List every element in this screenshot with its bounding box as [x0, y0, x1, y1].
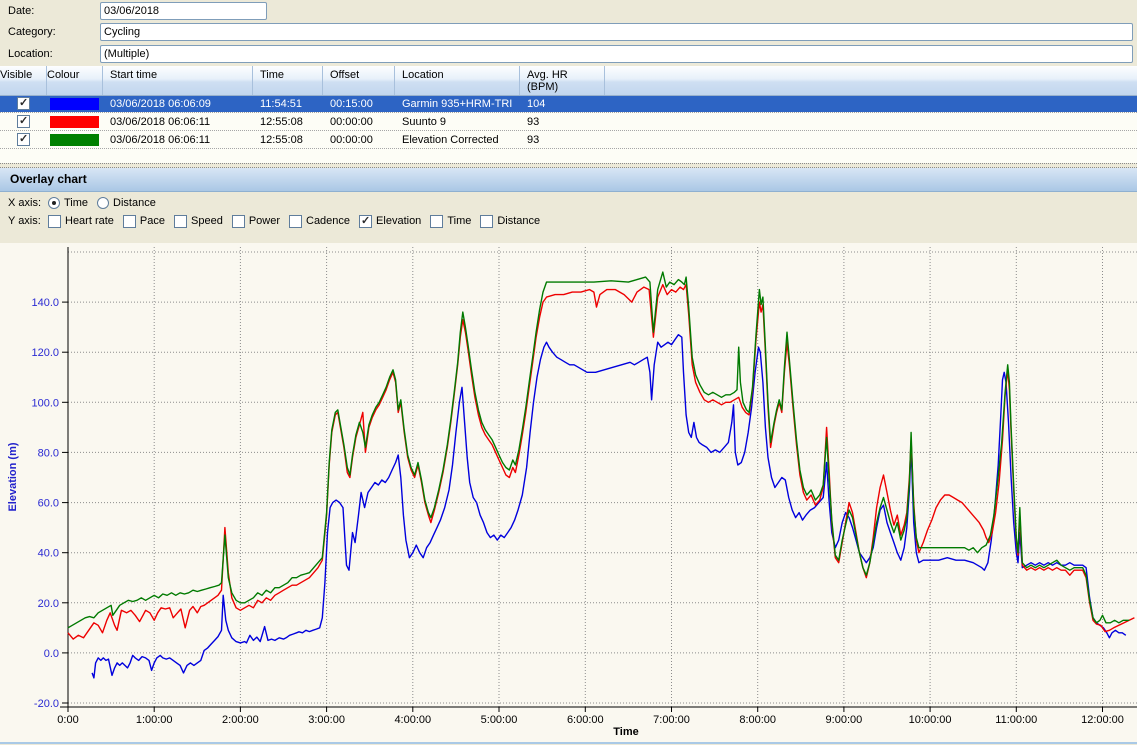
svg-text:11:00:00: 11:00:00: [995, 714, 1037, 726]
avg-hr-cell: 93: [520, 132, 605, 148]
offset-cell: 00:15:00: [323, 96, 395, 112]
svg-text:-20.0: -20.0: [34, 698, 59, 710]
table-header-colour[interactable]: Colour: [47, 66, 103, 95]
colour-swatch: [50, 116, 99, 128]
offset-cell: 00:00:00: [323, 132, 395, 148]
table-header-location[interactable]: Location: [395, 66, 520, 95]
distance-checkbox-label: Distance: [497, 212, 540, 230]
table-header: Visible Colour Start time Time Offset Lo…: [0, 66, 1137, 96]
visible-checkbox[interactable]: [17, 115, 30, 128]
heart-rate-checkbox[interactable]: [48, 215, 61, 228]
row-separator: [0, 148, 1137, 150]
location-cell: Garmin 935+HRM-TRI: [395, 96, 520, 112]
offset-cell: 00:00:00: [323, 114, 395, 130]
overlay-chart-panel[interactable]: -20.0 0.0 20.0 40.0 60.0 80.0 100.0 120.0 140.0 0…: [0, 243, 1137, 744]
date-field-row: Date:: [0, 2, 1137, 20]
activity-table-body: 03/06/2018 06:06:09 11:54:51 00:15:00 Ga…: [0, 96, 1137, 163]
svg-text:1:00:00: 1:00:00: [136, 714, 173, 726]
visible-checkbox[interactable]: [17, 133, 30, 146]
svg-text:6:00:00: 6:00:00: [567, 714, 604, 726]
avg-hr-cell: 104: [520, 96, 605, 112]
date-input[interactable]: [100, 2, 267, 20]
location-input[interactable]: [100, 45, 1133, 63]
svg-text:80.0: 80.0: [38, 447, 59, 459]
cadence-checkbox[interactable]: [289, 215, 302, 228]
svg-text:140.0: 140.0: [31, 297, 59, 309]
date-label: Date:: [8, 2, 34, 20]
svg-text:12:00:00: 12:00:00: [1081, 714, 1124, 726]
distance-checkbox[interactable]: [480, 215, 493, 228]
time-cell: 11:54:51: [253, 96, 323, 112]
svg-text:20.0: 20.0: [38, 598, 59, 610]
category-field-row: Category:: [0, 23, 1137, 41]
y-axis-controls: Y axis: Heart rate Pace Speed Power Cade…: [0, 212, 1137, 230]
svg-text:5:00:00: 5:00:00: [481, 714, 518, 726]
time-cell: 12:55:08: [253, 132, 323, 148]
svg-text:100.0: 100.0: [31, 397, 59, 409]
svg-text:2:00:00: 2:00:00: [222, 714, 259, 726]
table-header-time[interactable]: Time: [253, 66, 323, 95]
svg-text:60.0: 60.0: [38, 498, 59, 510]
table-header-start-time[interactable]: Start time: [103, 66, 253, 95]
start-time-cell: 03/06/2018 06:06:11: [103, 132, 253, 148]
overlay-chart-section-bar: Overlay chart: [0, 168, 1137, 192]
elevation-time-chart[interactable]: -20.0 0.0 20.0 40.0 60.0 80.0 100.0 120.0 140.0 0…: [0, 243, 1137, 742]
svg-text:Elevation (m): Elevation (m): [7, 442, 19, 511]
svg-text:10:00:00: 10:00:00: [909, 714, 952, 726]
app-window: { "form": { "fields": [ {"label": "Date:…: [0, 0, 1137, 745]
svg-text:120.0: 120.0: [31, 347, 59, 359]
svg-text:0.0: 0.0: [44, 648, 59, 660]
speed-checkbox[interactable]: [174, 215, 187, 228]
power-checkbox-label: Power: [249, 212, 280, 230]
heart-rate-checkbox-label: Heart rate: [65, 212, 114, 230]
table-header-offset[interactable]: Offset: [323, 66, 395, 95]
cadence-checkbox-label: Cadence: [306, 212, 350, 230]
xaxis-time-radio-label: Time: [64, 194, 88, 212]
table-row[interactable]: 03/06/2018 06:06:09 11:54:51 00:15:00 Ga…: [0, 96, 1137, 112]
svg-text:8:00:00: 8:00:00: [739, 714, 776, 726]
x-axis-label: X axis:: [8, 194, 41, 212]
elevation-checkbox-label: Elevation: [376, 212, 421, 230]
svg-text:Time: Time: [613, 726, 638, 738]
xaxis-time-radio[interactable]: [48, 197, 60, 209]
y-axis-label: Y axis:: [8, 212, 41, 230]
table-header-visible[interactable]: Visible: [0, 66, 47, 95]
colour-swatch: [50, 98, 99, 110]
table-header-filler: [605, 66, 1137, 95]
x-axis-controls: X axis: Time Distance: [0, 194, 1137, 212]
time-cell: 12:55:08: [253, 114, 323, 130]
speed-checkbox-label: Speed: [191, 212, 223, 230]
table-row[interactable]: 03/06/2018 06:06:11 12:55:08 00:00:00 El…: [0, 132, 1137, 148]
category-input[interactable]: [100, 23, 1133, 41]
elevation-checkbox[interactable]: [359, 215, 372, 228]
svg-text:9:00:00: 9:00:00: [826, 714, 863, 726]
table-header-avg-hr[interactable]: Avg. HR (BPM): [520, 66, 605, 95]
location-field-row: Location:: [0, 45, 1137, 63]
colour-swatch: [50, 134, 99, 146]
location-label: Location:: [8, 45, 53, 63]
section-title: Overlay chart: [0, 168, 1137, 186]
svg-text:0:00: 0:00: [57, 714, 78, 726]
svg-text:7:00:00: 7:00:00: [653, 714, 690, 726]
xaxis-distance-radio-label: Distance: [113, 194, 156, 212]
location-cell: Suunto 9: [395, 114, 520, 130]
xaxis-distance-radio[interactable]: [97, 197, 109, 209]
location-cell: Elevation Corrected: [395, 132, 520, 148]
start-time-cell: 03/06/2018 06:06:11: [103, 114, 253, 130]
time-checkbox[interactable]: [430, 215, 443, 228]
time-checkbox-label: Time: [447, 212, 471, 230]
table-row[interactable]: 03/06/2018 06:06:11 12:55:08 00:00:00 Su…: [0, 114, 1137, 130]
svg-text:4:00:00: 4:00:00: [394, 714, 431, 726]
svg-text:3:00:00: 3:00:00: [308, 714, 345, 726]
pace-checkbox-label: Pace: [140, 212, 165, 230]
visible-checkbox[interactable]: [17, 97, 30, 110]
svg-text:40.0: 40.0: [38, 548, 59, 560]
pace-checkbox[interactable]: [123, 215, 136, 228]
category-label: Category:: [8, 23, 56, 41]
avg-hr-cell: 93: [520, 114, 605, 130]
start-time-cell: 03/06/2018 06:06:09: [103, 96, 253, 112]
power-checkbox[interactable]: [232, 215, 245, 228]
